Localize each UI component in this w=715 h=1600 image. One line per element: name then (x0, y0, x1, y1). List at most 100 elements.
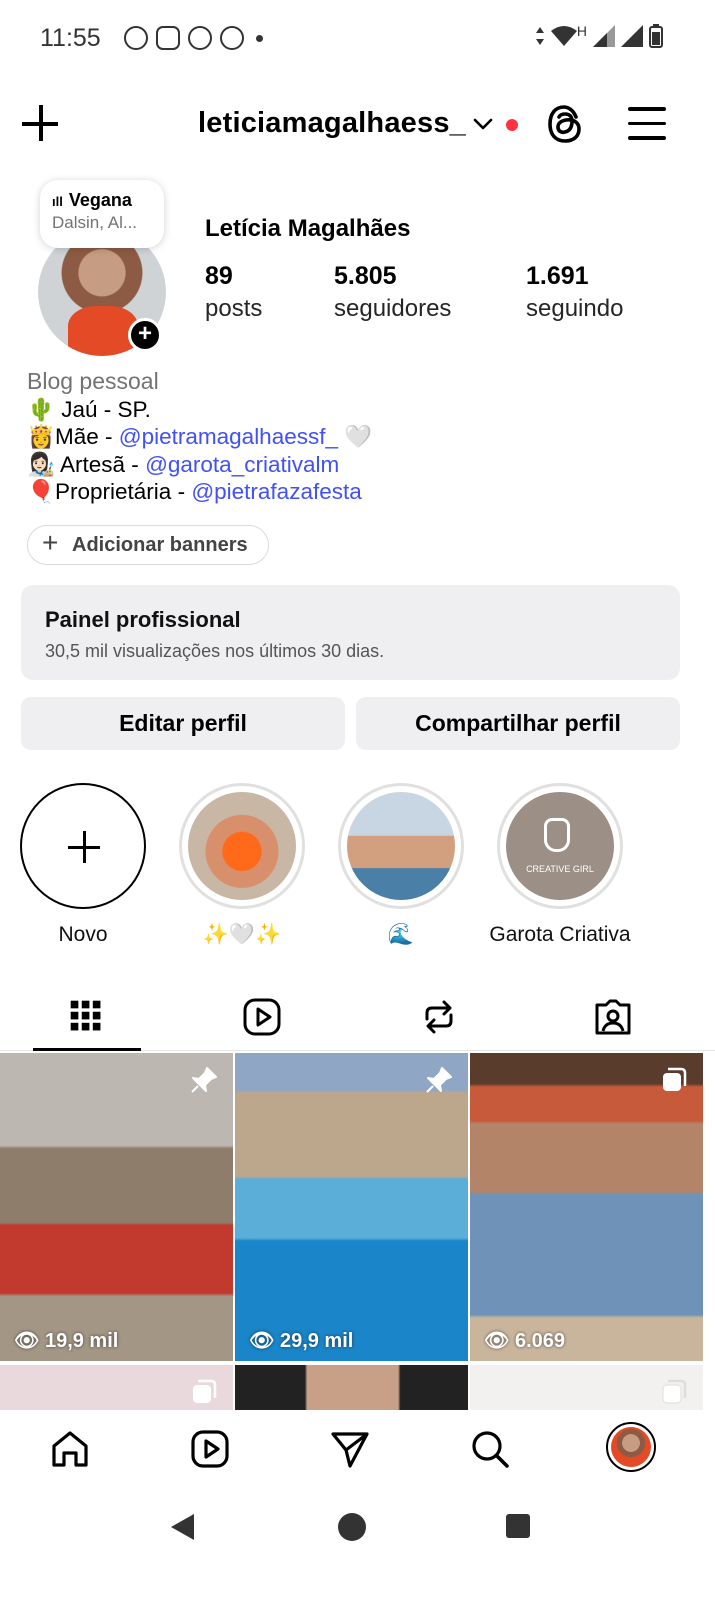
profile-bio: Blog pessoal 🌵 Jaú - SP. 👸Mãe - @pietram… (27, 368, 372, 506)
eye-icon: 👁 (484, 1330, 515, 1352)
add-story-icon[interactable]: + (128, 318, 162, 352)
tab-reels[interactable] (208, 985, 316, 1051)
highlight-new[interactable]: Novo (19, 783, 147, 947)
posts-grid: 👁 19,9 mil 👁 29,9 mil 👁 6.069 (0, 1053, 715, 1410)
carousel-icon (193, 1379, 217, 1403)
system-icons: H (535, 23, 663, 48)
tagged-person-icon (595, 999, 631, 1035)
pin-icon (426, 1067, 452, 1093)
avatar (611, 1427, 651, 1467)
highlight-cover (347, 792, 455, 900)
highlight-item[interactable]: ✨🤍✨ (178, 783, 306, 947)
tab-reposts[interactable] (385, 985, 493, 1051)
music-bars-icon: ıll (52, 194, 63, 209)
profile-tabs (0, 975, 715, 1051)
bio-line: 👩🏻‍🎨 Artesã - @garota_criativalm (27, 451, 372, 479)
tab-tagged[interactable] (559, 985, 667, 1051)
home-circle-icon[interactable] (337, 1512, 367, 1542)
profile-full-name: Letícia Magalhães (205, 215, 411, 242)
posts-count: 89 (205, 262, 233, 290)
highlight-label: ✨🤍✨ (202, 923, 282, 946)
menu-button[interactable] (628, 107, 666, 141)
views-count: 29,9 mil (279, 1330, 354, 1352)
signal-icon (593, 25, 615, 47)
post-thumbnail[interactable]: 👁 19,9 mil (0, 1053, 233, 1361)
network-type-label: H (576, 23, 587, 39)
post-thumbnail[interactable] (235, 1365, 468, 1410)
post-thumbnail[interactable]: 👁 29,9 mil (235, 1053, 468, 1361)
bio-text: 🎈Proprietária - (27, 479, 192, 504)
direct-message-icon[interactable] (329, 1428, 371, 1470)
share-profile-button[interactable]: Compartilhar perfil (356, 697, 680, 750)
highlight-cover-text: CREATIVE GIRL (526, 864, 594, 874)
create-button[interactable] (22, 105, 60, 143)
highlight-item[interactable]: 🌊 (337, 783, 465, 947)
professional-dashboard[interactable]: Painel profissional 30,5 mil visualizaçõ… (21, 585, 680, 680)
hand-logo-icon (544, 818, 570, 852)
grid-icon (70, 1000, 101, 1031)
chevron-down-icon[interactable] (472, 113, 494, 135)
tab-posts-grid[interactable] (33, 985, 141, 1051)
eye-icon: 👁 (14, 1330, 45, 1352)
profile-header: leticiamagalhaess_ (0, 95, 715, 155)
bio-mention-link[interactable]: @garota_criativalm (145, 452, 339, 477)
following-count: 1.691 (526, 262, 589, 290)
edit-profile-button[interactable]: Editar perfil (21, 697, 345, 750)
search-icon[interactable] (469, 1428, 511, 1470)
views-count: 19,9 mil (44, 1330, 119, 1352)
following-stat[interactable]: 1.691 seguindo (526, 262, 623, 323)
bio-mention-link[interactable]: @pietramagalhaessf_ (119, 424, 338, 449)
back-icon[interactable] (168, 1512, 196, 1542)
post-thumbnail[interactable] (0, 1365, 233, 1410)
system-navigation-bar (0, 1490, 715, 1600)
following-label: seguindo (526, 295, 624, 322)
highlight-item[interactable]: CREATIVE GIRL Garota Criativa (489, 783, 631, 947)
data-arrows-icon (535, 27, 544, 45)
bio-category: Blog pessoal (27, 368, 159, 394)
bio-text: 👩🏻‍🎨 Artesã - (27, 451, 146, 477)
post-views: 👁 6.069 (484, 1328, 565, 1353)
home-icon[interactable] (49, 1428, 91, 1470)
status-bar: 11:55 H (0, 0, 715, 78)
bottom-navigation (0, 1410, 715, 1490)
views-count: 6.069 (514, 1330, 566, 1352)
followers-count: 5.805 (334, 262, 397, 290)
post-thumbnail[interactable] (470, 1365, 703, 1410)
highlight-cover: CREATIVE GIRL (506, 792, 614, 900)
panel-subtitle: 30,5 mil visualizações nos últimos 30 di… (45, 641, 385, 661)
highlight-label: 🌊 (387, 923, 415, 946)
eye-icon: 👁 (249, 1330, 280, 1352)
bio-line: 👸Mãe - @pietramagalhaessf_ 🤍 (27, 423, 372, 451)
threads-icon[interactable] (545, 103, 585, 145)
whatsapp-icon (124, 26, 148, 50)
posts-label: posts (205, 295, 263, 322)
post-views: 👁 19,9 mil (14, 1328, 118, 1353)
reels-icon (243, 998, 281, 1036)
note-bubble[interactable]: ıll Vegana Dalsin, Al... (40, 180, 164, 248)
bio-text: 🤍 (338, 424, 373, 449)
notification-icons (124, 26, 263, 50)
bio-mention-link[interactable]: @pietrafazafesta (191, 479, 361, 504)
repost-icon (425, 1000, 453, 1034)
pinterest-icon (220, 26, 244, 50)
highlight-cover (188, 792, 296, 900)
posts-stat[interactable]: 89 posts (205, 262, 262, 323)
profile-tab-avatar[interactable] (606, 1422, 656, 1472)
signal-icon (621, 25, 643, 47)
recents-icon[interactable] (505, 1513, 531, 1539)
battery-icon (649, 24, 663, 48)
highlight-label: Garota Criativa (489, 923, 631, 946)
bio-line: 🎈Proprietária - @pietrafazafesta (27, 478, 372, 506)
more-notifications-icon (256, 35, 263, 42)
reels-icon[interactable] (189, 1428, 231, 1470)
username-switcher[interactable]: leticiamagalhaess_ (198, 107, 466, 140)
bio-line: 🌵 Jaú - SP. (27, 396, 151, 422)
followers-stat[interactable]: 5.805 seguidores (334, 262, 451, 323)
panel-title: Painel profissional (45, 607, 241, 632)
status-time: 11:55 (40, 24, 101, 52)
add-banners-button[interactable]: Adicionar banners (27, 524, 269, 565)
carousel-icon (663, 1067, 687, 1091)
post-thumbnail[interactable]: 👁 6.069 (470, 1053, 703, 1361)
pin-icon (191, 1067, 217, 1093)
wifi-icon (550, 26, 577, 46)
